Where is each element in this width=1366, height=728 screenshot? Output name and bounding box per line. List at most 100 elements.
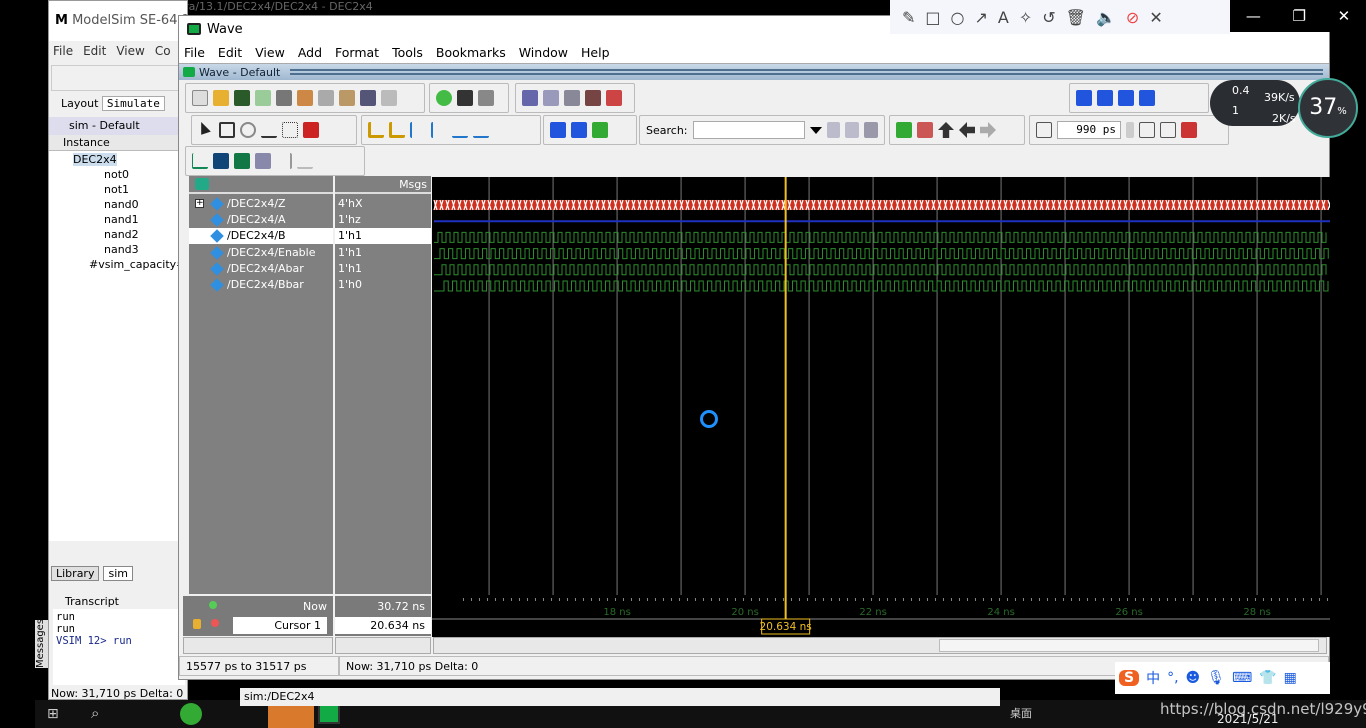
instance-header[interactable]: Instance	[49, 135, 187, 151]
signal-row[interactable]: /DEC2x4/Bbar	[189, 277, 333, 293]
restore-icon[interactable]: ❐	[1292, 7, 1305, 25]
signal-row[interactable]: /DEC2x4/Enable	[189, 245, 333, 261]
signal-row[interactable]: + /DEC2x4/Z	[189, 196, 333, 212]
open-icon[interactable]	[213, 90, 229, 106]
expand-icon[interactable]: +	[195, 199, 204, 208]
menu-add[interactable]: Add	[298, 45, 322, 60]
messages-tab[interactable]: Messages	[35, 619, 48, 668]
modelsim-taskbar-icon[interactable]	[318, 704, 340, 724]
search-prev-icon[interactable]	[826, 122, 841, 138]
step-over-icon[interactable]	[1097, 90, 1113, 106]
tree-item-nand3[interactable]: nand3	[104, 243, 139, 256]
drag-handle[interactable]	[290, 69, 1323, 75]
menu-format[interactable]: Format	[335, 45, 379, 60]
undo-icon[interactable]: ↺	[1042, 8, 1055, 27]
wave-analog-icon[interactable]	[255, 153, 271, 169]
circle-icon[interactable]: ○	[951, 8, 965, 27]
wave-event-icon[interactable]	[234, 153, 250, 169]
tab-library[interactable]: Library	[51, 566, 100, 581]
zoom-full-icon[interactable]	[1036, 122, 1052, 138]
add-icon[interactable]	[436, 90, 452, 106]
tree-item-nand1[interactable]: nand1	[104, 213, 139, 226]
transcript-console[interactable]: run run VSIM 12> run	[53, 609, 185, 685]
value-hscrollbar[interactable]	[335, 637, 431, 654]
signal-row[interactable]: /DEC2x4/Abar	[189, 261, 333, 277]
main-menu-view[interactable]: View	[116, 44, 144, 58]
add-cursor-icon[interactable]	[209, 601, 217, 609]
continue-icon[interactable]	[1139, 90, 1155, 106]
trace-icon[interactable]	[592, 122, 608, 138]
zoom-step-input[interactable]: 990 ps	[1057, 121, 1121, 139]
tree-item-not0[interactable]: not0	[104, 168, 129, 181]
wave-step-icon[interactable]	[276, 153, 292, 169]
step-out-icon[interactable]	[1118, 90, 1134, 106]
name-hscrollbar[interactable]	[183, 637, 333, 654]
compile-icon[interactable]	[522, 90, 538, 106]
trace-output-icon[interactable]	[571, 122, 587, 138]
ime-lang[interactable]: 中	[1146, 668, 1160, 688]
text-icon[interactable]: A	[998, 8, 1009, 27]
sim-break-icon[interactable]	[585, 90, 601, 106]
desktop-label[interactable]: 桌面	[1010, 705, 1032, 721]
reload-icon[interactable]	[255, 90, 271, 106]
search-options-icon[interactable]	[864, 122, 878, 138]
end-sim-icon[interactable]	[606, 90, 622, 106]
minimize-icon[interactable]: —	[1246, 7, 1261, 25]
trash-icon[interactable]: 🗑	[1066, 8, 1086, 27]
format-icon[interactable]	[478, 90, 494, 106]
menu-edit[interactable]: Edit	[218, 45, 242, 60]
zoom-cursor-icon[interactable]	[1181, 122, 1197, 138]
search-dropdown-icon[interactable]	[809, 126, 822, 140]
rectangle-icon[interactable]: □	[925, 8, 940, 27]
wave-palette-icon[interactable]	[195, 178, 209, 190]
print-icon[interactable]	[276, 90, 292, 106]
prev-edge-icon[interactable]	[410, 122, 426, 138]
signal-row[interactable]: /DEC2x4/A	[189, 212, 333, 228]
highlighter-icon[interactable]: ✧	[1019, 8, 1032, 27]
keyboard-icon[interactable]: ⌨	[1232, 670, 1252, 686]
arrow-icon[interactable]: ↗	[975, 8, 988, 27]
run-stop-icon[interactable]	[303, 122, 319, 138]
find-icon[interactable]	[457, 90, 473, 106]
save-icon[interactable]	[234, 90, 250, 106]
copy-icon[interactable]	[318, 90, 334, 106]
search-input[interactable]	[692, 121, 805, 139]
tree-item-dec2x4[interactable]: DEC2x4	[73, 153, 117, 166]
close-annotation-icon[interactable]: ✕	[1149, 8, 1162, 27]
redo-icon[interactable]	[381, 90, 397, 106]
search-next-icon[interactable]	[845, 122, 860, 138]
menu-file[interactable]: File	[184, 45, 205, 60]
wave-logic-icon[interactable]	[213, 153, 229, 169]
tree-item-nand2[interactable]: nand2	[104, 228, 139, 241]
cursor-name[interactable]: Cursor 1	[233, 617, 327, 634]
next-edge-icon[interactable]	[431, 122, 447, 138]
menu-tools[interactable]: Tools	[392, 45, 423, 60]
new-icon[interactable]	[192, 90, 208, 106]
pencil-icon[interactable]: ✎	[902, 8, 915, 27]
apps-icon[interactable]: ▦	[1284, 670, 1297, 686]
cut-icon[interactable]	[297, 90, 313, 106]
main-menu-file[interactable]: File	[53, 44, 73, 58]
timeline-ruler[interactable]: 18 ns20 ns22 ns24 ns26 ns28 ns30 ns20.63…	[432, 595, 1330, 637]
left-arrow-icon[interactable]	[959, 122, 975, 138]
menu-window[interactable]: Window	[519, 45, 568, 60]
zoom-out-icon[interactable]	[1160, 122, 1176, 138]
emoji-icon[interactable]: ☻	[1186, 670, 1201, 686]
wechat-icon[interactable]	[180, 703, 202, 725]
zoom-in-icon[interactable]	[1139, 122, 1155, 138]
group-icon[interactable]	[896, 122, 912, 138]
search-taskbar-icon[interactable]: ⌕	[91, 704, 99, 722]
falling-edge-icon[interactable]	[452, 122, 468, 138]
main-menu-compile[interactable]: Co	[155, 44, 171, 58]
delete-cursor-icon[interactable]	[389, 122, 405, 138]
wave-literal-icon[interactable]	[192, 153, 208, 169]
punctuation-icon[interactable]: °,	[1167, 670, 1178, 686]
paste-icon[interactable]	[339, 90, 355, 106]
step-icon[interactable]	[1076, 90, 1092, 106]
speaker-icon[interactable]: 🔈	[1096, 8, 1116, 27]
close-icon[interactable]: ✕	[1338, 7, 1351, 25]
compile-all-icon[interactable]	[543, 90, 559, 106]
simulate-icon[interactable]	[564, 90, 580, 106]
sogou-logo-icon[interactable]: S	[1119, 670, 1140, 686]
lock-icon[interactable]	[193, 619, 201, 629]
